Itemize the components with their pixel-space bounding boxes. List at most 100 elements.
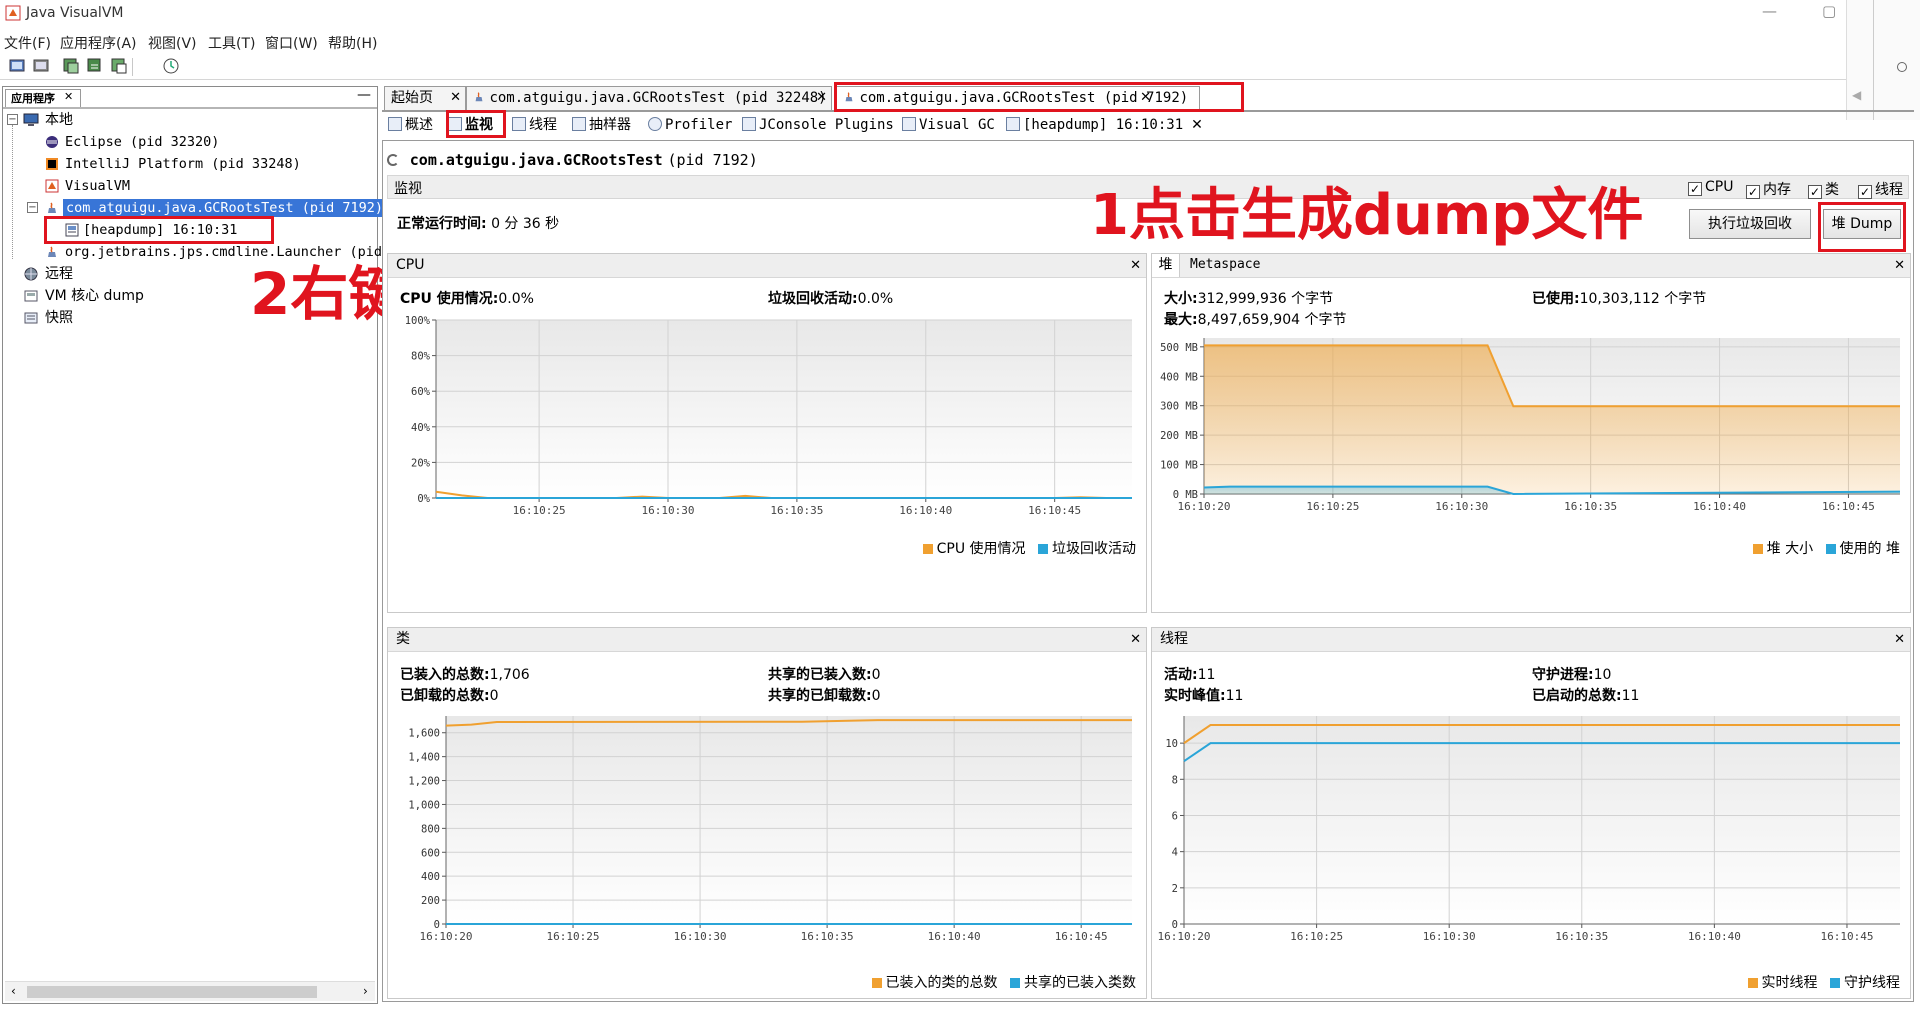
eclipse-icon xyxy=(46,136,58,148)
x-tick-label: 16:10:30 xyxy=(642,504,695,517)
highlight-heap-dump-button xyxy=(1818,202,1906,252)
x-tick-label: 16:10:45 xyxy=(1028,504,1081,517)
compare-icon[interactable] xyxy=(162,57,180,75)
checkbox-checked-icon: ✓ xyxy=(1746,185,1760,199)
y-tick-label: 10 xyxy=(1165,738,1178,750)
subtab-jconsole-plugins[interactable]: JConsole Plugins xyxy=(742,114,894,136)
menu-application[interactable]: 应用程序(A) xyxy=(60,33,137,53)
jconsole-icon xyxy=(742,117,756,131)
tab-close-icon[interactable]: ✕ xyxy=(816,87,827,109)
subtab-threads-label: 线程 xyxy=(529,117,557,133)
loaded-classes-stat: 已装入的总数:1,706 xyxy=(400,664,530,684)
y-tick-label: 800 xyxy=(421,823,440,835)
menu-file[interactable]: 文件(F) xyxy=(4,33,51,53)
checkbox-classes-label: 类 xyxy=(1825,182,1839,198)
heap-panel: 堆 Metaspace ✕ 大小:312,999,936 个字节 最大:8,49… xyxy=(1151,253,1911,613)
gc-button[interactable]: 执行垃圾回收 xyxy=(1689,209,1811,239)
panel-close-icon[interactable]: ✕ xyxy=(1894,629,1905,651)
panel-close-icon[interactable]: ✕ xyxy=(1894,255,1905,277)
subtab-profiler-label: Profiler xyxy=(665,117,733,133)
snapshot-icon[interactable] xyxy=(110,57,128,75)
gc-button-label: 执行垃圾回收 xyxy=(1708,216,1792,232)
panel-minimize-icon[interactable]: — xyxy=(357,87,371,103)
collapse-icon[interactable]: − xyxy=(27,202,38,213)
remote-icon xyxy=(24,267,38,281)
y-tick-label: 20% xyxy=(411,457,431,469)
checkbox-cpu[interactable]: ✓ CPU xyxy=(1688,179,1733,196)
intellij-icon xyxy=(46,158,58,170)
overview-icon xyxy=(388,117,402,131)
unloaded-classes-label: 已卸载的总数: xyxy=(400,688,490,704)
heap-chart-legend: 堆 大小 使用的 堆 xyxy=(1752,538,1900,558)
y-tick-label: 8 xyxy=(1172,774,1178,786)
gc-activity-label: 垃圾回收活动: xyxy=(768,291,858,307)
collapse-icon[interactable]: − xyxy=(7,114,18,125)
menu-window[interactable]: 窗口(W) xyxy=(265,33,318,53)
checkbox-classes[interactable]: ✓ 类 xyxy=(1808,179,1839,199)
metaspace-tab[interactable]: Metaspace xyxy=(1190,254,1260,276)
panel-close-icon[interactable]: ✕ xyxy=(1130,255,1141,277)
panel-close-icon[interactable]: ✕ xyxy=(1130,629,1141,651)
live-threads-stat: 活动:11 xyxy=(1164,664,1215,684)
x-tick-label: 16:10:45 xyxy=(1822,500,1875,513)
scrollbar-thumb[interactable] xyxy=(27,986,317,998)
menu-view[interactable]: 视图(V) xyxy=(148,33,197,53)
minimize-button[interactable]: — xyxy=(1762,2,1777,20)
tabs-scroll-left-icon[interactable]: ◀ xyxy=(1852,88,1861,102)
checkbox-checked-icon: ✓ xyxy=(1808,185,1822,199)
tab-gcrootstest-32248[interactable]: com.atguigu.java.GCRootsTest (pid 32248)… xyxy=(466,86,832,110)
legend-daemon-threads: 守护线程 xyxy=(1844,975,1900,991)
y-tick-label: 600 xyxy=(421,847,440,859)
process-name: com.atguigu.java.GCRootsTest xyxy=(409,151,663,169)
uptime-value: 0 分 36 秒 xyxy=(491,216,560,232)
subtab-visual-gc[interactable]: Visual GC xyxy=(902,114,995,136)
profiler-icon xyxy=(648,117,662,131)
heap-tab[interactable]: 堆 xyxy=(1152,254,1180,277)
tab-close-icon[interactable]: ✕ xyxy=(450,87,461,109)
menu-tools[interactable]: 工具(T) xyxy=(208,33,255,53)
highlight-heapdump-node xyxy=(44,216,274,244)
tree-label-eclipse: Eclipse (pid 32320) xyxy=(65,134,220,150)
y-tick-label: 6 xyxy=(1172,810,1178,822)
thread-dump-icon[interactable] xyxy=(86,57,104,75)
subtab-threads[interactable]: 线程 xyxy=(512,114,557,136)
remote-host-icon[interactable] xyxy=(32,57,50,75)
daemon-threads-value: 10 xyxy=(1593,667,1612,683)
checkbox-checked-icon: ✓ xyxy=(1688,182,1702,196)
monitor-section-label: 监视 xyxy=(394,181,422,197)
heap-dump-icon[interactable] xyxy=(62,57,80,75)
x-tick-label: 16:10:30 xyxy=(674,930,727,943)
heap-used-stat: 已使用:10,303,112 个字节 xyxy=(1532,288,1706,308)
horizontal-scrollbar[interactable]: ‹ › xyxy=(5,981,375,1001)
subtab-profiler[interactable]: Profiler xyxy=(648,114,732,136)
legend-live-threads: 实时线程 xyxy=(1761,975,1818,991)
checkbox-memory-label: 内存 xyxy=(1763,182,1791,198)
checkbox-memory[interactable]: ✓ 内存 xyxy=(1746,179,1791,199)
java-app-icon xyxy=(48,202,56,213)
scroll-left-icon[interactable]: ‹ xyxy=(11,984,16,998)
subtab-heapdump[interactable]: [heapdump] 16:10:31 ✕ xyxy=(1006,114,1203,136)
add-jmx-icon[interactable] xyxy=(8,57,26,75)
checkbox-threads[interactable]: ✓ 线程 xyxy=(1858,179,1903,199)
y-tick-label: 400 MB xyxy=(1160,371,1198,383)
subtab-sampler[interactable]: 抽样器 xyxy=(572,114,631,136)
x-tick-label: 16:10:20 xyxy=(1158,930,1211,943)
maximize-button[interactable]: ▢ xyxy=(1822,2,1836,20)
menu-bar: 文件(F) 应用程序(A) 视图(V) 工具(T) 窗口(W) 帮助(H) xyxy=(0,28,1920,54)
tab-close-icon[interactable]: ✕ xyxy=(1191,117,1203,133)
x-tick-label: 16:10:30 xyxy=(1423,930,1476,943)
x-tick-label: 16:10:25 xyxy=(1306,500,1359,513)
heap-chart: 0 MB100 MB200 MB300 MB400 MB500 MB16:10:… xyxy=(1160,338,1901,513)
toolbar xyxy=(0,54,1920,80)
subtab-overview[interactable]: 概述 xyxy=(388,114,433,136)
tab-start-page[interactable]: 起始页 ✕ xyxy=(384,86,466,110)
shared-loaded-stat: 共享的已装入数:0 xyxy=(768,664,881,684)
menu-help[interactable]: 帮助(H) xyxy=(328,33,377,53)
monitor-content: com.atguigu.java.GCRootsTest (pid 7192) … xyxy=(382,140,1914,1002)
applications-tab-close-icon[interactable]: ✕ xyxy=(64,90,73,103)
visualvm-icon xyxy=(45,179,59,193)
scroll-right-icon[interactable]: › xyxy=(363,984,368,998)
classes-panel: 类 ✕ 已装入的总数:1,706 已卸载的总数:0 共享的已装入数:0 共享的已卸… xyxy=(387,627,1147,999)
peak-threads-stat: 实时峰值:11 xyxy=(1164,685,1243,705)
tree-label-snapshots: 快照 xyxy=(45,310,73,326)
